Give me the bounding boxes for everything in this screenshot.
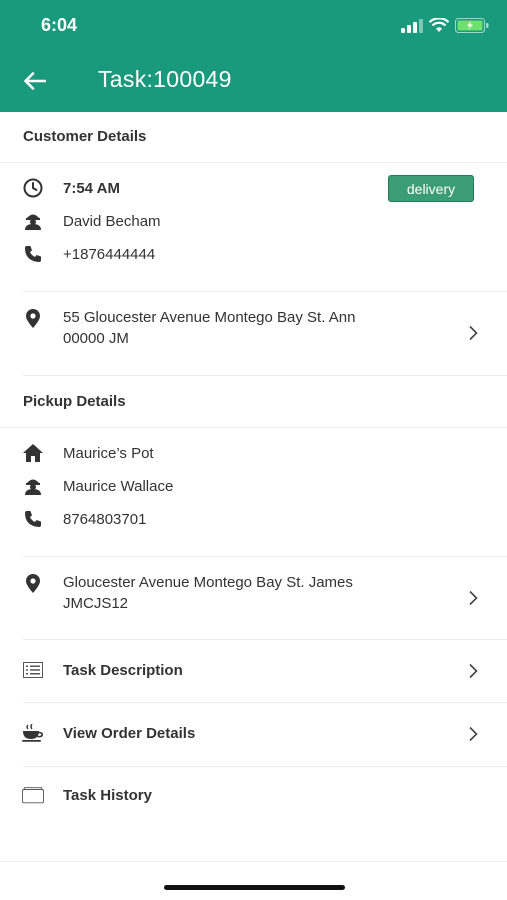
status-icons [401,18,489,33]
divider [0,162,507,163]
phone-icon [22,243,44,265]
view-order-details-label: View Order Details [63,724,196,742]
battery-icon [455,18,489,33]
pickup-address-row[interactable]: Gloucester Avenue Montego Bay St. James … [0,570,507,618]
divider [23,702,507,703]
customer-address-line1: 55 Gloucester Avenue Montego Bay St. Ann [63,309,356,326]
customer-address-row[interactable]: 55 Gloucester Avenue Montego Bay St. Ann… [0,305,507,353]
divider [23,291,507,292]
divider [0,861,507,862]
customer-address: 55 Gloucester Avenue Montego Bay St. Ann… [63,307,443,349]
task-description-row[interactable]: Task Description [0,655,507,685]
app-header: 6:04 Task:100049 [0,0,507,112]
divider [23,766,507,767]
chevron-right-icon [469,663,478,679]
pickup-phone-row[interactable]: 8764803701 [0,508,507,530]
task-type-badge: delivery [388,175,474,202]
wifi-icon [429,18,449,32]
back-button[interactable] [18,64,52,98]
coffee-cup-icon [22,722,44,744]
pickup-address: Gloucester Avenue Montego Bay St. James … [63,572,443,614]
divider [23,639,507,640]
pickup-address-line1: Gloucester Avenue Montego Bay St. James [63,574,353,591]
customer-phone-row[interactable]: +1876444444 [0,243,507,265]
view-order-details-row[interactable]: View Order Details [0,718,507,748]
clock-icon [22,177,44,199]
divider [23,375,507,376]
pickup-place: Maurice’s Pot [63,444,154,462]
chevron-right-icon [469,726,478,742]
task-history-row[interactable]: Task History [0,780,507,810]
chevron-right-icon [469,590,478,606]
divider [23,556,507,557]
pickup-section-title: Pickup Details [23,393,126,410]
arrow-left-icon [24,72,46,90]
task-description-label: Task Description [63,661,183,679]
pickup-name-row: Maurice Wallace [0,475,507,497]
customer-phone: +1876444444 [63,245,156,263]
customer-section-title: Customer Details [23,128,147,145]
customer-name-row: David Becham [0,210,507,232]
customer-time: 7:54 AM [63,179,120,197]
pickup-place-row: Maurice’s Pot [0,442,507,464]
driver-icon [22,210,44,232]
driver-icon [22,475,44,497]
location-pin-icon [22,572,44,594]
phone-icon [22,508,44,530]
pickup-phone: 8764803701 [63,510,147,528]
customer-name: David Becham [63,212,161,230]
status-time: 6:04 [41,15,78,35]
signal-icon [401,18,423,33]
folder-icon [22,784,44,806]
task-history-label: Task History [63,786,152,804]
customer-address-line2: 00000 JM [63,330,129,347]
page-title: Task:100049 [98,66,232,92]
home-indicator[interactable] [164,885,345,890]
location-pin-icon [22,307,44,329]
divider [0,427,507,428]
pickup-address-line2: JMCJS12 [63,595,129,612]
list-icon [22,659,44,681]
home-icon [22,442,44,464]
pickup-name: Maurice Wallace [63,477,174,495]
chevron-right-icon [469,325,478,341]
